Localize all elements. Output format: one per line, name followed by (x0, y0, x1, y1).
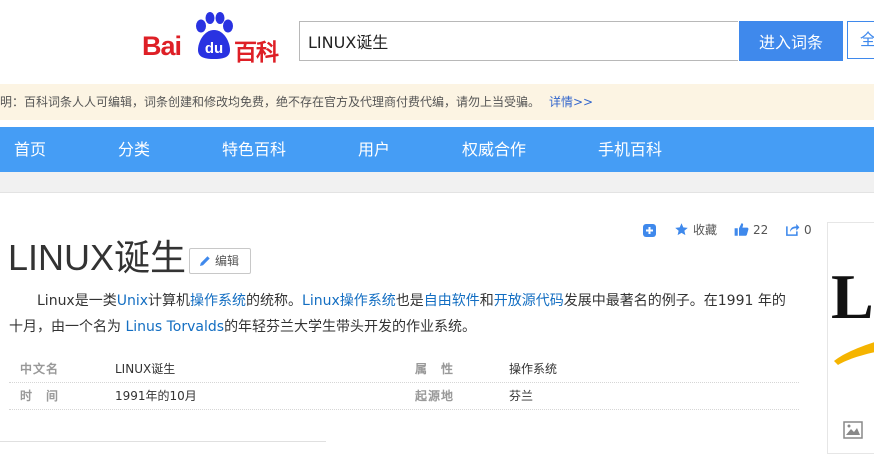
link-open-source[interactable]: 开放源代码 (494, 293, 564, 309)
summary-text: 也是 (395, 293, 424, 309)
enter-entry-button[interactable]: 进入词条 (739, 21, 843, 61)
pencil-icon (200, 256, 210, 266)
nav-item-featured[interactable]: 特色百科 (222, 127, 286, 172)
nav-item-authority[interactable]: 权威合作 (462, 127, 526, 172)
search-all-button[interactable]: 全 (847, 21, 874, 59)
paw-logo-icon: du (196, 12, 233, 59)
summary-text: Linux是一类 (37, 293, 117, 309)
main-nav: 首页 分类 特色百科 用户 权威合作 手机百科 (0, 127, 874, 172)
nav-item-users[interactable]: 用户 (358, 127, 390, 172)
share-count: 0 (804, 223, 812, 237)
divider (0, 441, 326, 442)
logo-du-text: du (205, 40, 223, 57)
nav-item-mobile[interactable]: 手机百科 (598, 127, 662, 172)
page-title: LINUX诞生 (8, 237, 187, 278)
article-summary: Linux是一类Unix计算机操作系统的统称。Linux操作系统也是自由软件和开… (9, 288, 797, 340)
search-input[interactable] (308, 22, 728, 60)
link-free-software[interactable]: 自由软件 (424, 293, 480, 309)
info-value: 芬兰 (509, 389, 534, 403)
summary-image[interactable]: L (827, 222, 874, 454)
link-linux-os[interactable]: Linux操作系统 (302, 293, 396, 309)
plus-square-icon (643, 224, 656, 237)
info-key: 起源地 (415, 389, 455, 403)
album-icon[interactable] (843, 421, 863, 439)
summary-text: 计算机 (148, 293, 191, 309)
info-key: 属 性 (415, 362, 455, 376)
share-button[interactable]: 0 (785, 220, 812, 240)
search-box (299, 21, 738, 61)
link-linus-torvalds[interactable]: Linus Torvalds (125, 319, 224, 335)
share-icon (786, 223, 800, 236)
summary-text: 的年轻芬兰大学生带头开发的作业系统。 (224, 319, 477, 335)
star-icon (675, 223, 688, 236)
nav-item-category[interactable]: 分类 (118, 127, 150, 172)
info-value: LINUX诞生 (115, 362, 176, 376)
baidu-baike-logo[interactable]: Bai du 百科 (142, 12, 282, 66)
nav-item-home[interactable]: 首页 (14, 127, 46, 172)
favorite-label: 收藏 (693, 223, 718, 237)
notice-text: 声明：百科词条人人可编辑，词条创建和修改均免费，绝不存在官方及代理商付费代编，请… (0, 95, 541, 109)
like-button[interactable]: 22 (734, 220, 768, 240)
basic-info-row: 中文名 LINUX诞生 属 性 操作系统 (9, 356, 799, 383)
summary-image-letter: L (831, 261, 874, 332)
edit-button[interactable]: 编辑 (189, 248, 251, 274)
thumbs-up-icon (734, 223, 749, 236)
notice-details-link[interactable]: 详情>> (549, 84, 593, 120)
swoosh-graphic (834, 342, 874, 365)
logo-bai-text: Bai (142, 31, 182, 61)
info-value: 1991年的10月 (115, 389, 197, 403)
link-operating-system[interactable]: 操作系统 (190, 293, 246, 309)
summary-text: 和 (479, 293, 494, 309)
info-key: 中文名 (20, 362, 60, 376)
like-count: 22 (753, 223, 769, 237)
info-key: 时 间 (20, 389, 60, 403)
summary-text: 的统称。 (246, 293, 303, 309)
basic-info-table: 中文名 LINUX诞生 属 性 操作系统 时 间 1991年的10月 起源地 芬… (9, 356, 799, 410)
favorite-button[interactable]: 收藏 (674, 220, 717, 240)
basic-info-row: 时 间 1991年的10月 起源地 芬兰 (9, 383, 799, 410)
logo-baike-text: 百科 (234, 40, 279, 66)
info-value: 操作系统 (509, 362, 558, 376)
add-button[interactable] (643, 220, 660, 240)
sub-bar (0, 172, 874, 193)
notice-bar: 声明：百科词条人人可编辑，词条创建和修改均免费，绝不存在官方及代理商付费代编，请… (0, 84, 874, 120)
link-unix[interactable]: Unix (117, 293, 148, 309)
edit-label: 编辑 (215, 254, 240, 268)
